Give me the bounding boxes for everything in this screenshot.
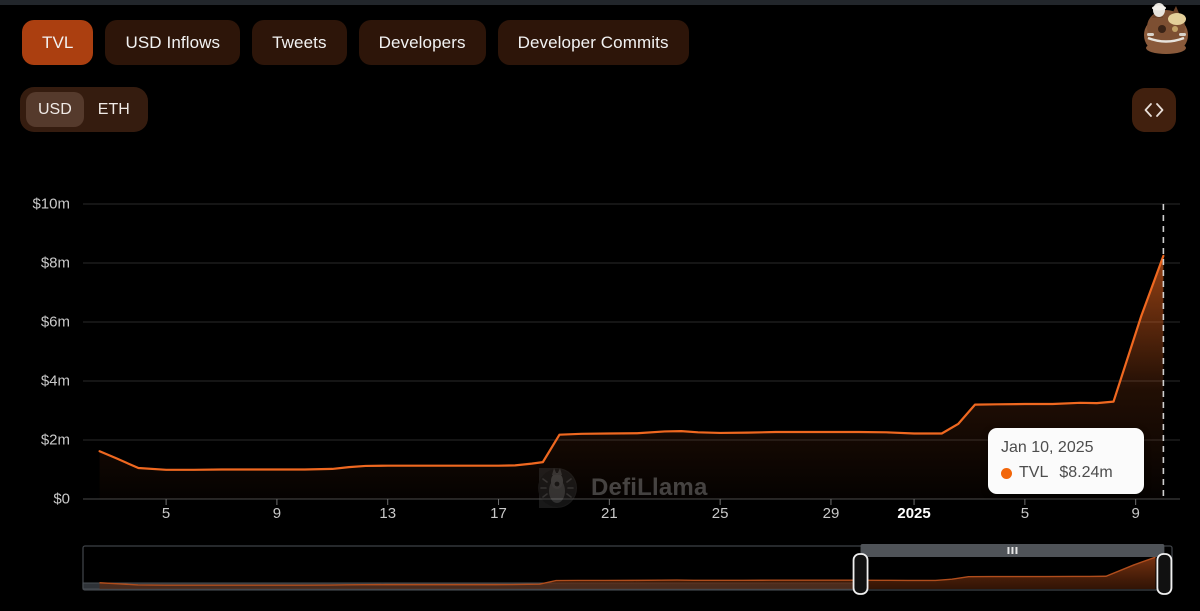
x-axis-tick-label: 29 xyxy=(822,505,840,522)
brush-handle-left xyxy=(852,553,869,595)
tab-label: Tweets xyxy=(272,32,327,52)
tooltip-series-row: TVL $8.24m xyxy=(1001,464,1131,482)
tab-usd-inflows[interactable]: USD Inflows xyxy=(105,20,241,65)
brush-drag-grip-icon xyxy=(1007,547,1018,554)
top-strip xyxy=(0,0,1200,5)
chart-tooltip: Jan 10, 2025 TVL $8.24m xyxy=(988,428,1144,494)
tab-developer-commits[interactable]: Developer Commits xyxy=(497,20,689,65)
currency-toggle: USD ETH xyxy=(20,87,148,132)
chart-type-tabs: TVL USD Inflows Tweets Developers Develo… xyxy=(22,20,689,65)
currency-option-eth[interactable]: ETH xyxy=(86,92,142,127)
tab-tvl[interactable]: TVL xyxy=(22,20,94,65)
x-axis-tick-label: 21 xyxy=(600,505,618,522)
embed-code-button[interactable] xyxy=(1132,88,1176,132)
y-axis-tick-label: $4m xyxy=(40,372,70,390)
tab-label: USD Inflows xyxy=(125,32,221,52)
defillama-llama-mascot-icon xyxy=(1138,2,1194,54)
chart-page: TVL USD Inflows Tweets Developers Develo… xyxy=(0,0,1200,611)
x-axis-tick-label: 13 xyxy=(379,505,397,522)
currency-label: ETH xyxy=(97,100,130,118)
chart-xticks xyxy=(165,499,1137,505)
tooltip-series-dot-icon xyxy=(1001,467,1012,479)
x-axis-tick-label: 5 xyxy=(161,505,171,522)
tooltip-series-name: TVL xyxy=(1019,464,1049,481)
tooltip-date: Jan 10, 2025 xyxy=(1001,439,1094,456)
y-axis-tick-label: $6m xyxy=(40,313,70,331)
x-axis-tick-label: 17 xyxy=(490,505,507,522)
tab-label: Developer Commits xyxy=(517,32,669,52)
x-axis-tick-label: 9 xyxy=(1131,505,1140,522)
y-axis-tick-label: $0 xyxy=(53,490,70,508)
tab-tweets[interactable]: Tweets xyxy=(252,20,347,65)
tvl-chart[interactable]: $0 $2m $4m $6m $8m $10m 5 9 13 17 21 25 29 2025 5 9 xyxy=(0,150,1200,540)
y-axis-tick-label: $10m xyxy=(32,195,70,213)
y-axis-tick-label: $2m xyxy=(40,431,70,449)
y-axis-tick-label: $8m xyxy=(40,254,70,272)
chart-range-brush[interactable] xyxy=(0,538,1200,598)
tab-label: TVL xyxy=(42,32,74,52)
x-axis-tick-label: 2025 xyxy=(897,505,931,522)
code-embed-icon xyxy=(1144,103,1164,117)
x-axis-tick-label: 9 xyxy=(272,505,282,522)
currency-label: USD xyxy=(38,100,72,118)
x-axis-tick-label: 25 xyxy=(711,505,729,522)
currency-option-usd[interactable]: USD xyxy=(26,92,84,127)
brush-handle-right xyxy=(1156,553,1173,595)
x-axis-tick-label: 5 xyxy=(1020,505,1030,522)
brush-canvas xyxy=(82,544,1173,595)
tab-label: Developers xyxy=(378,32,466,52)
tooltip-series-value: $8.24m xyxy=(1059,464,1113,481)
tab-developers[interactable]: Developers xyxy=(358,20,486,65)
